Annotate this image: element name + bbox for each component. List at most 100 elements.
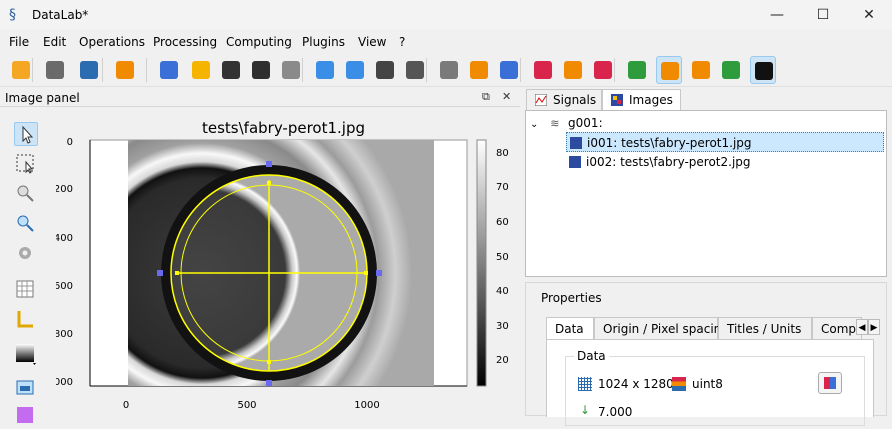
new-image-icon — [160, 61, 178, 79]
save-image-icon — [222, 61, 240, 79]
minimize-button[interactable]: — — [754, 0, 800, 30]
float-panel-button[interactable]: ⧉ — [482, 90, 490, 104]
roi-handle-left[interactable] — [157, 270, 163, 276]
colormap-tool-icon[interactable] — [14, 342, 38, 366]
refresh-button[interactable] — [688, 56, 714, 84]
export-button[interactable] — [560, 56, 586, 84]
menu-edit[interactable]: Edit — [43, 35, 66, 49]
close-button[interactable]: ✕ — [846, 0, 892, 30]
annotations-button[interactable] — [624, 56, 650, 84]
copy-metadata-icon — [470, 61, 488, 79]
tab-scroll-right-icon[interactable]: ▶ — [868, 319, 880, 335]
menu-file[interactable]: File — [9, 35, 29, 49]
close-panel-button[interactable]: ✕ — [502, 90, 511, 103]
menu-computing[interactable]: Computing — [226, 35, 292, 49]
layers-button[interactable] — [278, 56, 304, 84]
tab-signals[interactable]: Signals — [526, 89, 602, 110]
remove-button[interactable] — [590, 56, 616, 84]
menu-view[interactable]: View — [358, 35, 386, 49]
tree-group-g001[interactable]: ⌄ ≋ g001: — [530, 113, 880, 133]
colorbar-tick: 80 — [496, 148, 509, 159]
snapshot-tool-icon[interactable] — [14, 376, 38, 400]
tab-images-label: Images — [629, 93, 673, 107]
y-tick: 400 — [56, 233, 73, 244]
paste-metadata-button[interactable] — [496, 56, 522, 84]
colorbar-tick: 20 — [496, 355, 509, 366]
tab-images[interactable]: Images — [602, 89, 681, 111]
image-plot[interactable]: tests\fabry-perot1.jpg 0 200 400 600 800… — [56, 108, 518, 416]
maximize-button[interactable]: ☐ — [800, 0, 846, 30]
stack-button[interactable] — [248, 56, 274, 84]
menu-help[interactable]: ? — [399, 35, 405, 49]
size-icon — [578, 377, 592, 391]
y-tick: 600 — [56, 281, 73, 292]
open-hdf5-button[interactable] — [8, 56, 34, 84]
plot-canvas[interactable]: 0 200 400 600 800 1000 0 500 1000 80 70 … — [56, 108, 518, 416]
stack-icon: ≋ — [550, 117, 560, 130]
import-button[interactable] — [530, 56, 556, 84]
grid-tool-icon[interactable] — [14, 278, 38, 302]
y-tick: 200 — [56, 184, 73, 195]
extra-tool-icon[interactable] — [14, 404, 38, 428]
image-size-value: 1024 x 1280 — [598, 377, 674, 391]
magnify-tool-icon[interactable] — [14, 212, 38, 236]
roi-handle-bottom[interactable] — [266, 380, 272, 386]
save-hdf5-button[interactable] — [42, 56, 68, 84]
tab-origin-pixel-spacing[interactable]: Origin / Pixel spacing — [594, 317, 729, 339]
chevron-down-icon[interactable]: ⌄ — [530, 119, 538, 130]
colorbar-tick: 40 — [496, 286, 509, 297]
roi-handle-right[interactable] — [376, 270, 382, 276]
move-down-icon — [346, 61, 364, 79]
colorbar[interactable] — [476, 139, 487, 387]
select-tool-icon[interactable] — [14, 122, 38, 146]
copy-metadata-button[interactable] — [466, 56, 492, 84]
menu-operations[interactable]: Operations — [79, 35, 145, 49]
menu-bar: File Edit Operations Processing Computin… — [0, 32, 892, 52]
settings-button[interactable] — [112, 56, 138, 84]
colorbar-tick: 30 — [496, 321, 509, 332]
properties-title: Properties — [541, 291, 602, 305]
tab-data[interactable]: Data — [546, 317, 594, 339]
tree-group-label: g001: — [568, 116, 603, 130]
rect-zoom-tool-icon[interactable] — [14, 152, 38, 176]
tab-scroll-left-icon[interactable]: ◀ — [856, 319, 868, 335]
main-toolbar — [0, 53, 892, 87]
tab-computing[interactable]: Compu — [812, 317, 862, 339]
colorbar-tick: 50 — [496, 252, 509, 263]
refresh-icon — [692, 61, 710, 79]
move-up-button[interactable] — [312, 56, 338, 84]
comment-button[interactable] — [718, 56, 744, 84]
menu-plugins[interactable]: Plugins — [302, 35, 345, 49]
image-item-icon — [570, 137, 582, 149]
move-up-icon — [316, 61, 334, 79]
roi-button[interactable] — [656, 56, 682, 84]
dtype-value: uint8 — [692, 377, 723, 391]
tree-item-i002[interactable]: i002: tests\fabry-perot2.jpg — [566, 152, 884, 172]
object-tree[interactable]: ⌄ ≋ g001: i001: tests\fabry-perot1.jpg i… — [525, 110, 887, 277]
images-icon — [611, 94, 623, 106]
duplicate-button[interactable] — [372, 56, 398, 84]
grid-view-icon — [824, 377, 836, 389]
colorbar-tick: 60 — [496, 217, 509, 228]
open-image-button[interactable] — [188, 56, 214, 84]
save-image-button[interactable] — [218, 56, 244, 84]
view-data-button[interactable] — [818, 372, 842, 394]
contrast-icon — [755, 62, 773, 80]
image-item-icon — [569, 156, 581, 168]
y-tick: 800 — [56, 329, 73, 340]
move-down-button[interactable] — [342, 56, 368, 84]
browse-hdf5-button[interactable] — [76, 56, 102, 84]
tree-item-i001[interactable]: i001: tests\fabry-perot1.jpg — [566, 132, 884, 152]
tab-titles-units[interactable]: Titles / Units — [718, 317, 812, 339]
roi-handle-top[interactable] — [266, 161, 272, 167]
contrast-button[interactable] — [750, 56, 776, 84]
x-tick: 1000 — [354, 400, 379, 411]
settings-tool-icon[interactable] — [14, 242, 38, 266]
zoom-tool-icon[interactable] — [14, 182, 38, 206]
transfer-button[interactable] — [436, 56, 462, 84]
new-image-button[interactable] — [156, 56, 182, 84]
settings-icon — [116, 61, 134, 79]
delete-button[interactable] — [402, 56, 428, 84]
menu-processing[interactable]: Processing — [153, 35, 217, 49]
axes-tool-icon[interactable] — [14, 308, 38, 332]
